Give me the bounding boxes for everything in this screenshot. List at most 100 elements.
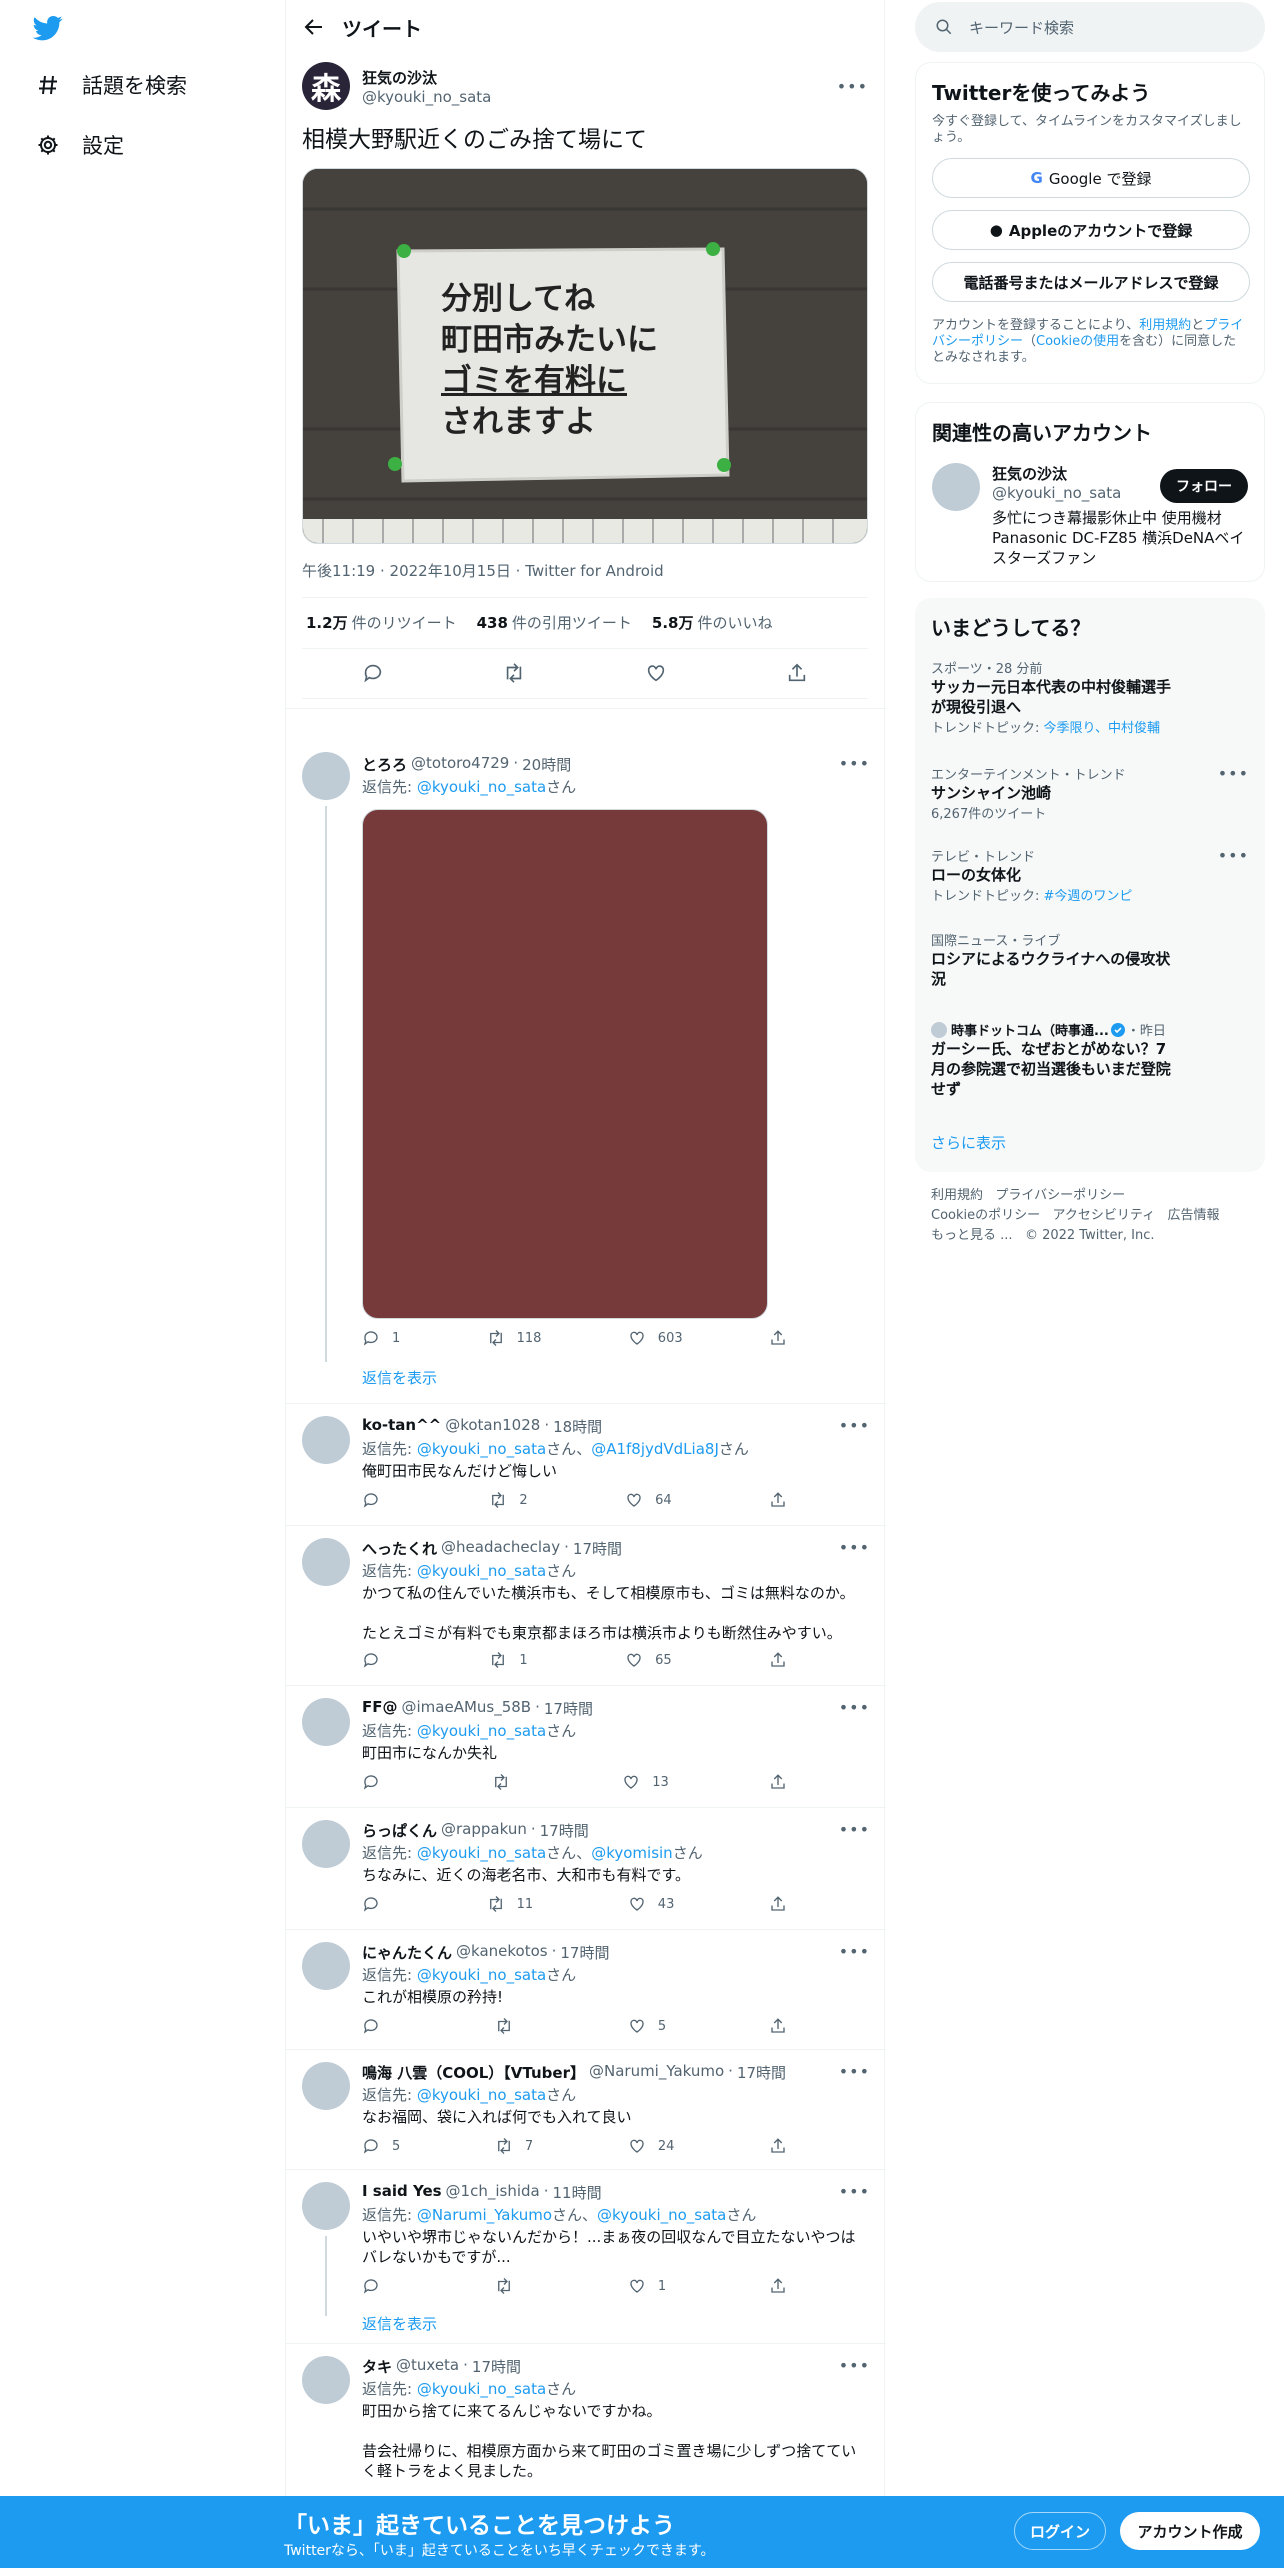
- reply-button[interactable]: [362, 2017, 392, 2035]
- mention-link[interactable]: @kyouki_no_sata: [417, 1440, 546, 1458]
- reply-time[interactable]: 17時間: [540, 1820, 589, 1840]
- more-icon[interactable]: •••: [839, 1698, 870, 1717]
- footer-more[interactable]: もっと見る ...: [931, 1228, 1013, 1243]
- reply-tweet[interactable]: とろろ @totoro4729 · 20時間 ••• 返信先: @kyouki_n…: [286, 740, 886, 1404]
- like-button[interactable]: 64: [625, 1491, 672, 1509]
- mention-link[interactable]: @Narumi_Yakumo: [417, 2206, 552, 2224]
- footer-cookie[interactable]: Cookieのポリシー: [931, 1208, 1040, 1223]
- reply-tweet[interactable]: にゃんたくん @kanekotos · 17時間 ••• 返信先: @kyouki…: [286, 1930, 886, 2050]
- more-icon[interactable]: •••: [839, 2356, 870, 2375]
- reply-author-name[interactable]: FF@: [362, 1698, 398, 1718]
- tweet-date[interactable]: 2022年10月15日: [390, 562, 511, 580]
- more-icon[interactable]: •••: [837, 77, 868, 96]
- tweet-photo[interactable]: 分別してね 町田市みたいに ゴミを有料に されますよ: [302, 167, 868, 544]
- reply-button[interactable]: 1: [362, 1329, 400, 1347]
- reply-icon[interactable]: [353, 653, 393, 693]
- avatar[interactable]: [302, 2062, 350, 2110]
- reply-author-name[interactable]: へったくれ: [362, 1538, 437, 1558]
- more-icon[interactable]: •••: [839, 1942, 870, 1961]
- reply-tweet[interactable]: らっぱくん @rappakun · 17時間 ••• 返信先: @kyouki_n…: [286, 1808, 886, 1930]
- like-button[interactable]: 5: [628, 2017, 666, 2035]
- more-icon[interactable]: •••: [839, 2062, 870, 2081]
- retweet-icon[interactable]: [494, 653, 534, 693]
- reply-author-handle[interactable]: @rappakun: [441, 1820, 527, 1840]
- mention-link[interactable]: @kyouki_no_sata: [417, 1966, 546, 1984]
- reply-tweet[interactable]: 鳴海 八雲（COOL）【VTuber】 @Narumi_Yakumo · 17時間…: [286, 2050, 886, 2170]
- mention-link[interactable]: @kyouki_no_sata: [417, 2380, 546, 2398]
- reply-time[interactable]: 11時間: [553, 2182, 602, 2202]
- share-button[interactable]: [769, 1491, 787, 1509]
- show-replies-link[interactable]: 返信を表示: [362, 2313, 870, 2334]
- reply-author-name[interactable]: I said Yes: [362, 2182, 442, 2202]
- avatar[interactable]: [302, 2182, 350, 2230]
- share-button[interactable]: [769, 1895, 787, 1913]
- reply-time[interactable]: 17時間: [573, 1538, 622, 1558]
- reply-time[interactable]: 18時間: [553, 1416, 602, 1436]
- more-icon[interactable]: •••: [839, 1538, 870, 1557]
- like-button[interactable]: 603: [628, 1329, 683, 1347]
- back-arrow-icon[interactable]: [286, 0, 342, 54]
- google-signup-button[interactable]: G Google で登録: [932, 158, 1250, 198]
- author-name[interactable]: 狂気の沙汰: [362, 67, 837, 88]
- reply-author-handle[interactable]: @Narumi_Yakumo: [589, 2062, 724, 2082]
- reply-button[interactable]: [362, 1773, 392, 1791]
- create-account-button[interactable]: アカウント作成: [1120, 2512, 1260, 2550]
- cookie-link[interactable]: Cookieの使用: [1036, 334, 1119, 349]
- quote-count[interactable]: 438 件の引用ツイート: [477, 612, 632, 633]
- footer-terms[interactable]: 利用規約: [931, 1188, 983, 1203]
- like-icon[interactable]: [636, 653, 676, 693]
- reply-button[interactable]: 5: [362, 2137, 400, 2155]
- retweet-button[interactable]: [495, 2277, 525, 2295]
- author-handle[interactable]: @kyouki_no_sata: [362, 88, 837, 106]
- share-button[interactable]: [769, 1651, 787, 1669]
- share-button[interactable]: [769, 1773, 787, 1791]
- trend-item[interactable]: スポーツ・28 分前 サッカー元日本代表の中村俊輔選手が現役引退へ トレンドトピ…: [915, 658, 1265, 736]
- reply-author-handle[interactable]: @kanekotos: [456, 1942, 548, 1962]
- reply-button[interactable]: [362, 2277, 392, 2295]
- mention-link[interactable]: @kyouki_no_sata: [597, 2206, 726, 2224]
- reply-button[interactable]: [362, 1491, 392, 1509]
- more-icon[interactable]: •••: [839, 1820, 870, 1839]
- mention-link[interactable]: @kyouki_no_sata: [417, 778, 546, 796]
- show-more-link[interactable]: さらに表示: [931, 1132, 1006, 1153]
- retweet-count[interactable]: 1.2万 件のリツイート: [306, 612, 457, 633]
- reply-author-name[interactable]: とろろ: [362, 754, 407, 774]
- apple-signup-button[interactable]: ● Appleのアカウントで登録: [932, 210, 1250, 250]
- footer-accessibility[interactable]: アクセシビリティ: [1053, 1208, 1156, 1223]
- reply-author-handle[interactable]: @imaeAMus_58B: [402, 1698, 532, 1718]
- reply-tweet[interactable]: FF@ @imaeAMus_58B · 17時間 ••• 返信先: @kyouki…: [286, 1686, 886, 1808]
- reply-tweet[interactable]: ko-tan^^ @kotan1028 · 18時間 ••• 返信先: @kyou…: [286, 1404, 886, 1526]
- trend-item[interactable]: 国際ニュース・ライブ ロシアによるウクライナへの侵攻状況: [915, 930, 1265, 989]
- more-icon[interactable]: •••: [839, 1416, 870, 1435]
- terms-link[interactable]: 利用規約: [1139, 318, 1191, 333]
- reply-author-name[interactable]: らっぱくん: [362, 1820, 437, 1840]
- avatar[interactable]: [302, 1538, 350, 1586]
- search-input[interactable]: キーワード検索: [915, 2, 1265, 52]
- reply-author-name[interactable]: 鳴海 八雲（COOL）【VTuber】: [362, 2062, 585, 2082]
- avatar[interactable]: [302, 1416, 350, 1464]
- reply-tweet[interactable]: へったくれ @headacheclay · 17時間 ••• 返信先: @kyou…: [286, 1526, 886, 1686]
- avatar[interactable]: 森: [302, 62, 350, 110]
- retweet-button[interactable]: 2: [489, 1491, 528, 1509]
- like-button[interactable]: 65: [625, 1651, 672, 1669]
- trend-item[interactable]: エンターテインメント・トレンド サンシャイン池崎 6,267件のツイート •••: [915, 764, 1265, 822]
- retweet-button[interactable]: 1: [489, 1651, 528, 1669]
- reply-author-handle[interactable]: @totoro4729: [411, 754, 509, 774]
- mention-link[interactable]: @kyouki_no_sata: [417, 1722, 546, 1740]
- avatar[interactable]: [302, 1698, 350, 1746]
- retweet-button[interactable]: 118: [487, 1329, 541, 1347]
- like-button[interactable]: 43: [628, 1895, 674, 1913]
- avatar[interactable]: [302, 1820, 350, 1868]
- trend-item[interactable]: 時事ドットコム（時事通... ・昨日 ガーシー氏、なぜおとがめない？7月の参院選で…: [915, 1020, 1265, 1099]
- more-icon[interactable]: •••: [1218, 846, 1249, 865]
- avatar[interactable]: [302, 1942, 350, 1990]
- reply-author-handle[interactable]: @headacheclay: [441, 1538, 560, 1558]
- reply-time[interactable]: 17時間: [560, 1942, 609, 1962]
- nav-explore[interactable]: 話題を検索: [34, 70, 187, 100]
- reply-author-name[interactable]: ko-tan^^: [362, 1416, 441, 1436]
- retweet-button[interactable]: [492, 1773, 522, 1791]
- reply-author-handle[interactable]: @1ch_ishida: [446, 2182, 540, 2202]
- twitter-logo-icon[interactable]: [32, 13, 63, 43]
- share-button[interactable]: [769, 2017, 787, 2035]
- reply-button[interactable]: [362, 1895, 392, 1913]
